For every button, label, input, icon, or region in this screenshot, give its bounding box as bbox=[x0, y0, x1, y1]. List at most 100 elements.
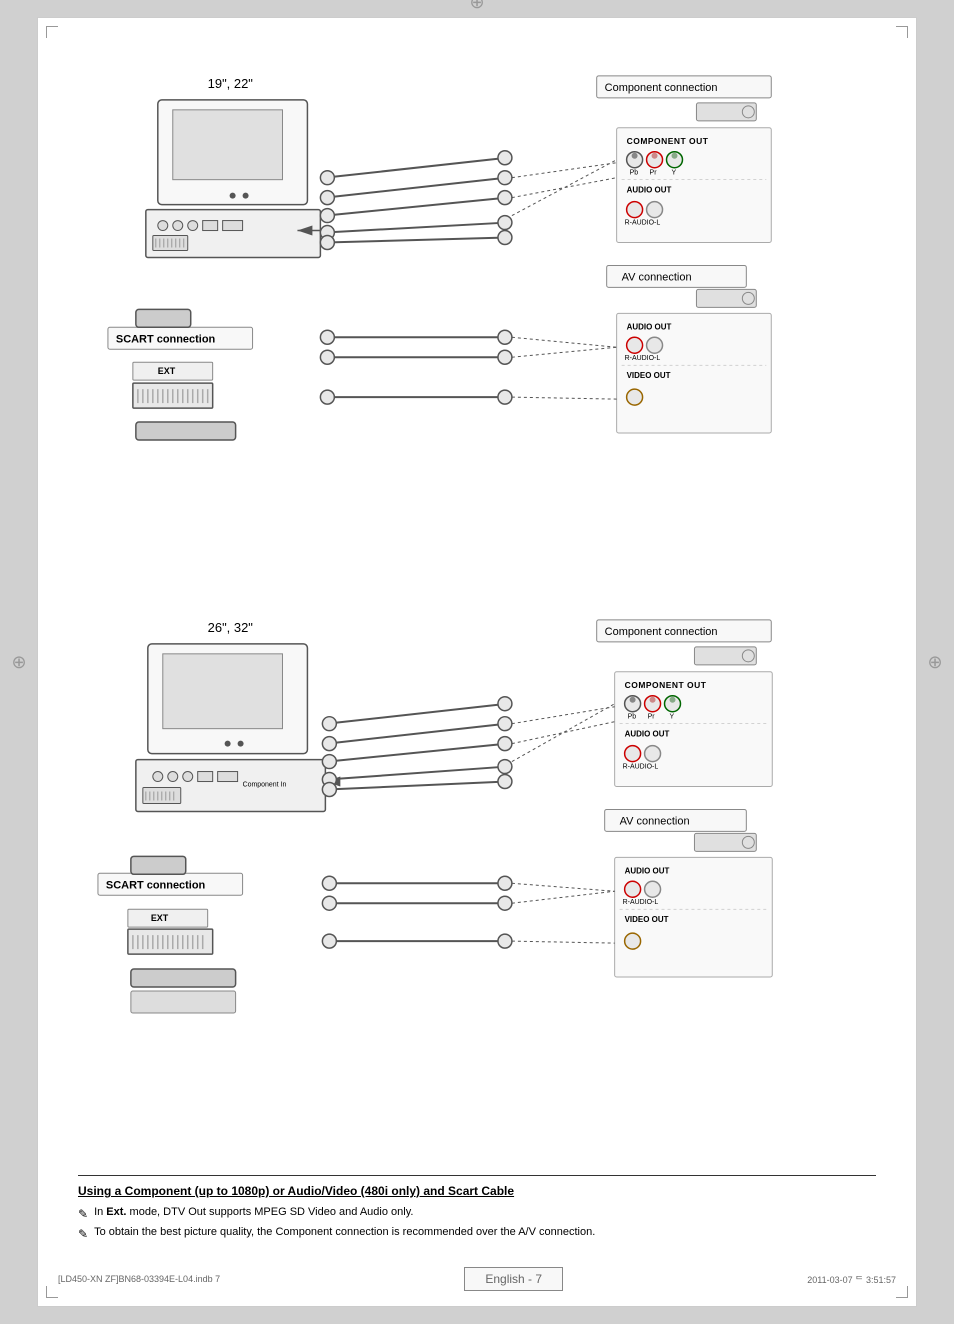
b-comp-port-pr-inner bbox=[650, 696, 656, 702]
bottom-comp-panel-title: COMPONENT OUT bbox=[625, 679, 707, 689]
reg-mark-top: ⊕ bbox=[468, 0, 486, 12]
bottom-panel-label: Component In bbox=[243, 781, 287, 788]
bottom-cable-audio-2 bbox=[327, 781, 507, 789]
top-panel-port1 bbox=[158, 220, 168, 230]
note-icon-2: ✎ bbox=[78, 1227, 88, 1241]
bottom-panel-port3 bbox=[183, 771, 193, 781]
top-comp-port-pb-label: Pb bbox=[630, 170, 639, 177]
footer-left: [LD450-XN ZF]BN68-03394E-L04.indb 7 bbox=[58, 1274, 220, 1284]
bottom-panel-rect2 bbox=[218, 771, 238, 781]
bottom-scart-label: SCART connection bbox=[106, 879, 206, 891]
note-text-1: In Ext. mode, DTV Out supports MPEG SD V… bbox=[94, 1206, 413, 1218]
b-rca-l-1 bbox=[322, 716, 336, 730]
bottom-scart-plug1 bbox=[131, 856, 186, 874]
top-panel-rect2 bbox=[223, 220, 243, 230]
top-tv-screen bbox=[173, 110, 283, 180]
top-ext-label: EXT bbox=[158, 366, 176, 376]
top-panel-port3 bbox=[188, 220, 198, 230]
b-dotted-comp-1 bbox=[512, 706, 615, 723]
top-scart-plug2 bbox=[136, 422, 236, 440]
top-rca-left-3 bbox=[320, 209, 334, 223]
main-content: 19", 22" bbox=[78, 48, 876, 1241]
b-dotted-comp-3 bbox=[512, 703, 615, 761]
top-comp-audio-title: AUDIO OUT bbox=[627, 186, 672, 195]
b-comp-port-y-label: Y bbox=[670, 713, 675, 720]
bottom-cable-comp-2 bbox=[327, 723, 507, 743]
b-rca-r-3 bbox=[498, 736, 512, 750]
b-av-audio-l bbox=[645, 881, 661, 897]
top-av-audio-r bbox=[627, 337, 643, 353]
b-av-audio-title: AUDIO OUT bbox=[625, 866, 670, 875]
b-av-rca-r-3 bbox=[498, 934, 512, 948]
bottom-panel-rect1 bbox=[198, 771, 213, 781]
top-rca-right-5 bbox=[498, 230, 512, 244]
top-comp-audio-sub: R-AUDIO-L bbox=[625, 219, 661, 226]
top-av-video-port bbox=[627, 389, 643, 405]
top-av-rca-left-1 bbox=[320, 330, 334, 344]
top-comp-label: Component connection bbox=[605, 82, 718, 94]
b-dotted-av-3 bbox=[512, 941, 615, 943]
note-item-2: ✎ To obtain the best picture quality, th… bbox=[78, 1226, 876, 1241]
top-tv-dot1 bbox=[230, 193, 236, 199]
top-av-audio-l bbox=[647, 337, 663, 353]
top-dotted-comp-2 bbox=[512, 178, 617, 198]
b-comp-port-y-inner bbox=[670, 696, 676, 702]
top-comp-port-pr-label: Pr bbox=[650, 170, 658, 177]
note-text-2: To obtain the best picture quality, the … bbox=[94, 1226, 595, 1238]
top-comp-audio-r bbox=[627, 202, 643, 218]
bottom-cable-comp-1 bbox=[327, 703, 507, 723]
b-dotted-av-2 bbox=[512, 891, 615, 903]
reg-mark-right: ⊕ bbox=[926, 653, 944, 671]
b-comp-port-pr-label: Pr bbox=[648, 713, 656, 720]
bottom-av-label: AV connection bbox=[620, 815, 690, 827]
b-av-video-title: VIDEO OUT bbox=[625, 915, 669, 924]
b-av-rca-r-1 bbox=[498, 876, 512, 890]
top-cable-comp-2 bbox=[325, 178, 507, 198]
top-av-rca-right-2 bbox=[498, 350, 512, 364]
bottom-comp-label: Component connection bbox=[605, 625, 718, 637]
top-dotted-comp-3 bbox=[512, 160, 617, 216]
b-comp-audio-title: AUDIO OUT bbox=[625, 729, 670, 738]
b-av-rca-l-3 bbox=[322, 934, 336, 948]
top-av-audio-title: AUDIO OUT bbox=[627, 322, 672, 331]
b-av-rca-l-2 bbox=[322, 896, 336, 910]
b-rca-r-2 bbox=[498, 716, 512, 730]
top-cable-audio-1 bbox=[325, 222, 507, 232]
page-number-box: English - 7 bbox=[464, 1267, 563, 1291]
top-tv-dot2 bbox=[243, 193, 249, 199]
b-av-video-port bbox=[625, 933, 641, 949]
b-comp-audio-r bbox=[625, 745, 641, 761]
top-comp-port-y-label: Y bbox=[672, 170, 677, 177]
b-rca-l-5 bbox=[322, 782, 336, 796]
top-av-rca-right-3 bbox=[498, 390, 512, 404]
top-comp-panel-title: COMPONENT OUT bbox=[627, 136, 709, 146]
bottom-diagram-svg: 26", 32" Component In bbox=[78, 592, 876, 1151]
bottom-panel-port2 bbox=[168, 771, 178, 781]
top-dotted-av-3 bbox=[512, 397, 617, 399]
bottom-tv-dot1 bbox=[225, 740, 231, 746]
page-number: English - 7 bbox=[485, 1272, 542, 1286]
top-comp-port-pr-inner bbox=[652, 153, 658, 159]
corner-mark-tl bbox=[46, 26, 58, 38]
bottom-tv-screen bbox=[163, 653, 283, 728]
top-rca-right-4 bbox=[498, 215, 512, 229]
bottom-tv-dot2 bbox=[238, 740, 244, 746]
b-rca-l-3 bbox=[322, 754, 336, 768]
top-comp-port-pb-inner bbox=[632, 153, 638, 159]
top-panel-port2 bbox=[173, 220, 183, 230]
b-rca-r-1 bbox=[498, 696, 512, 710]
top-dotted-av-2 bbox=[512, 347, 617, 357]
top-scart-label: SCART connection bbox=[116, 333, 216, 345]
top-scart-port bbox=[153, 235, 188, 250]
top-rca-left-2 bbox=[320, 191, 334, 205]
top-cable-comp-1 bbox=[325, 158, 507, 178]
bottom-cable-comp-3 bbox=[327, 743, 507, 761]
top-av-rca-left-3 bbox=[320, 390, 334, 404]
top-av-video-title: VIDEO OUT bbox=[627, 371, 671, 380]
corner-mark-tr bbox=[896, 26, 908, 38]
top-rca-right-1 bbox=[498, 151, 512, 165]
top-scart-plug1 bbox=[136, 309, 191, 327]
top-cable-audio-2 bbox=[325, 237, 507, 242]
top-size-label: 19", 22" bbox=[208, 76, 254, 91]
top-rca-right-3 bbox=[498, 191, 512, 205]
